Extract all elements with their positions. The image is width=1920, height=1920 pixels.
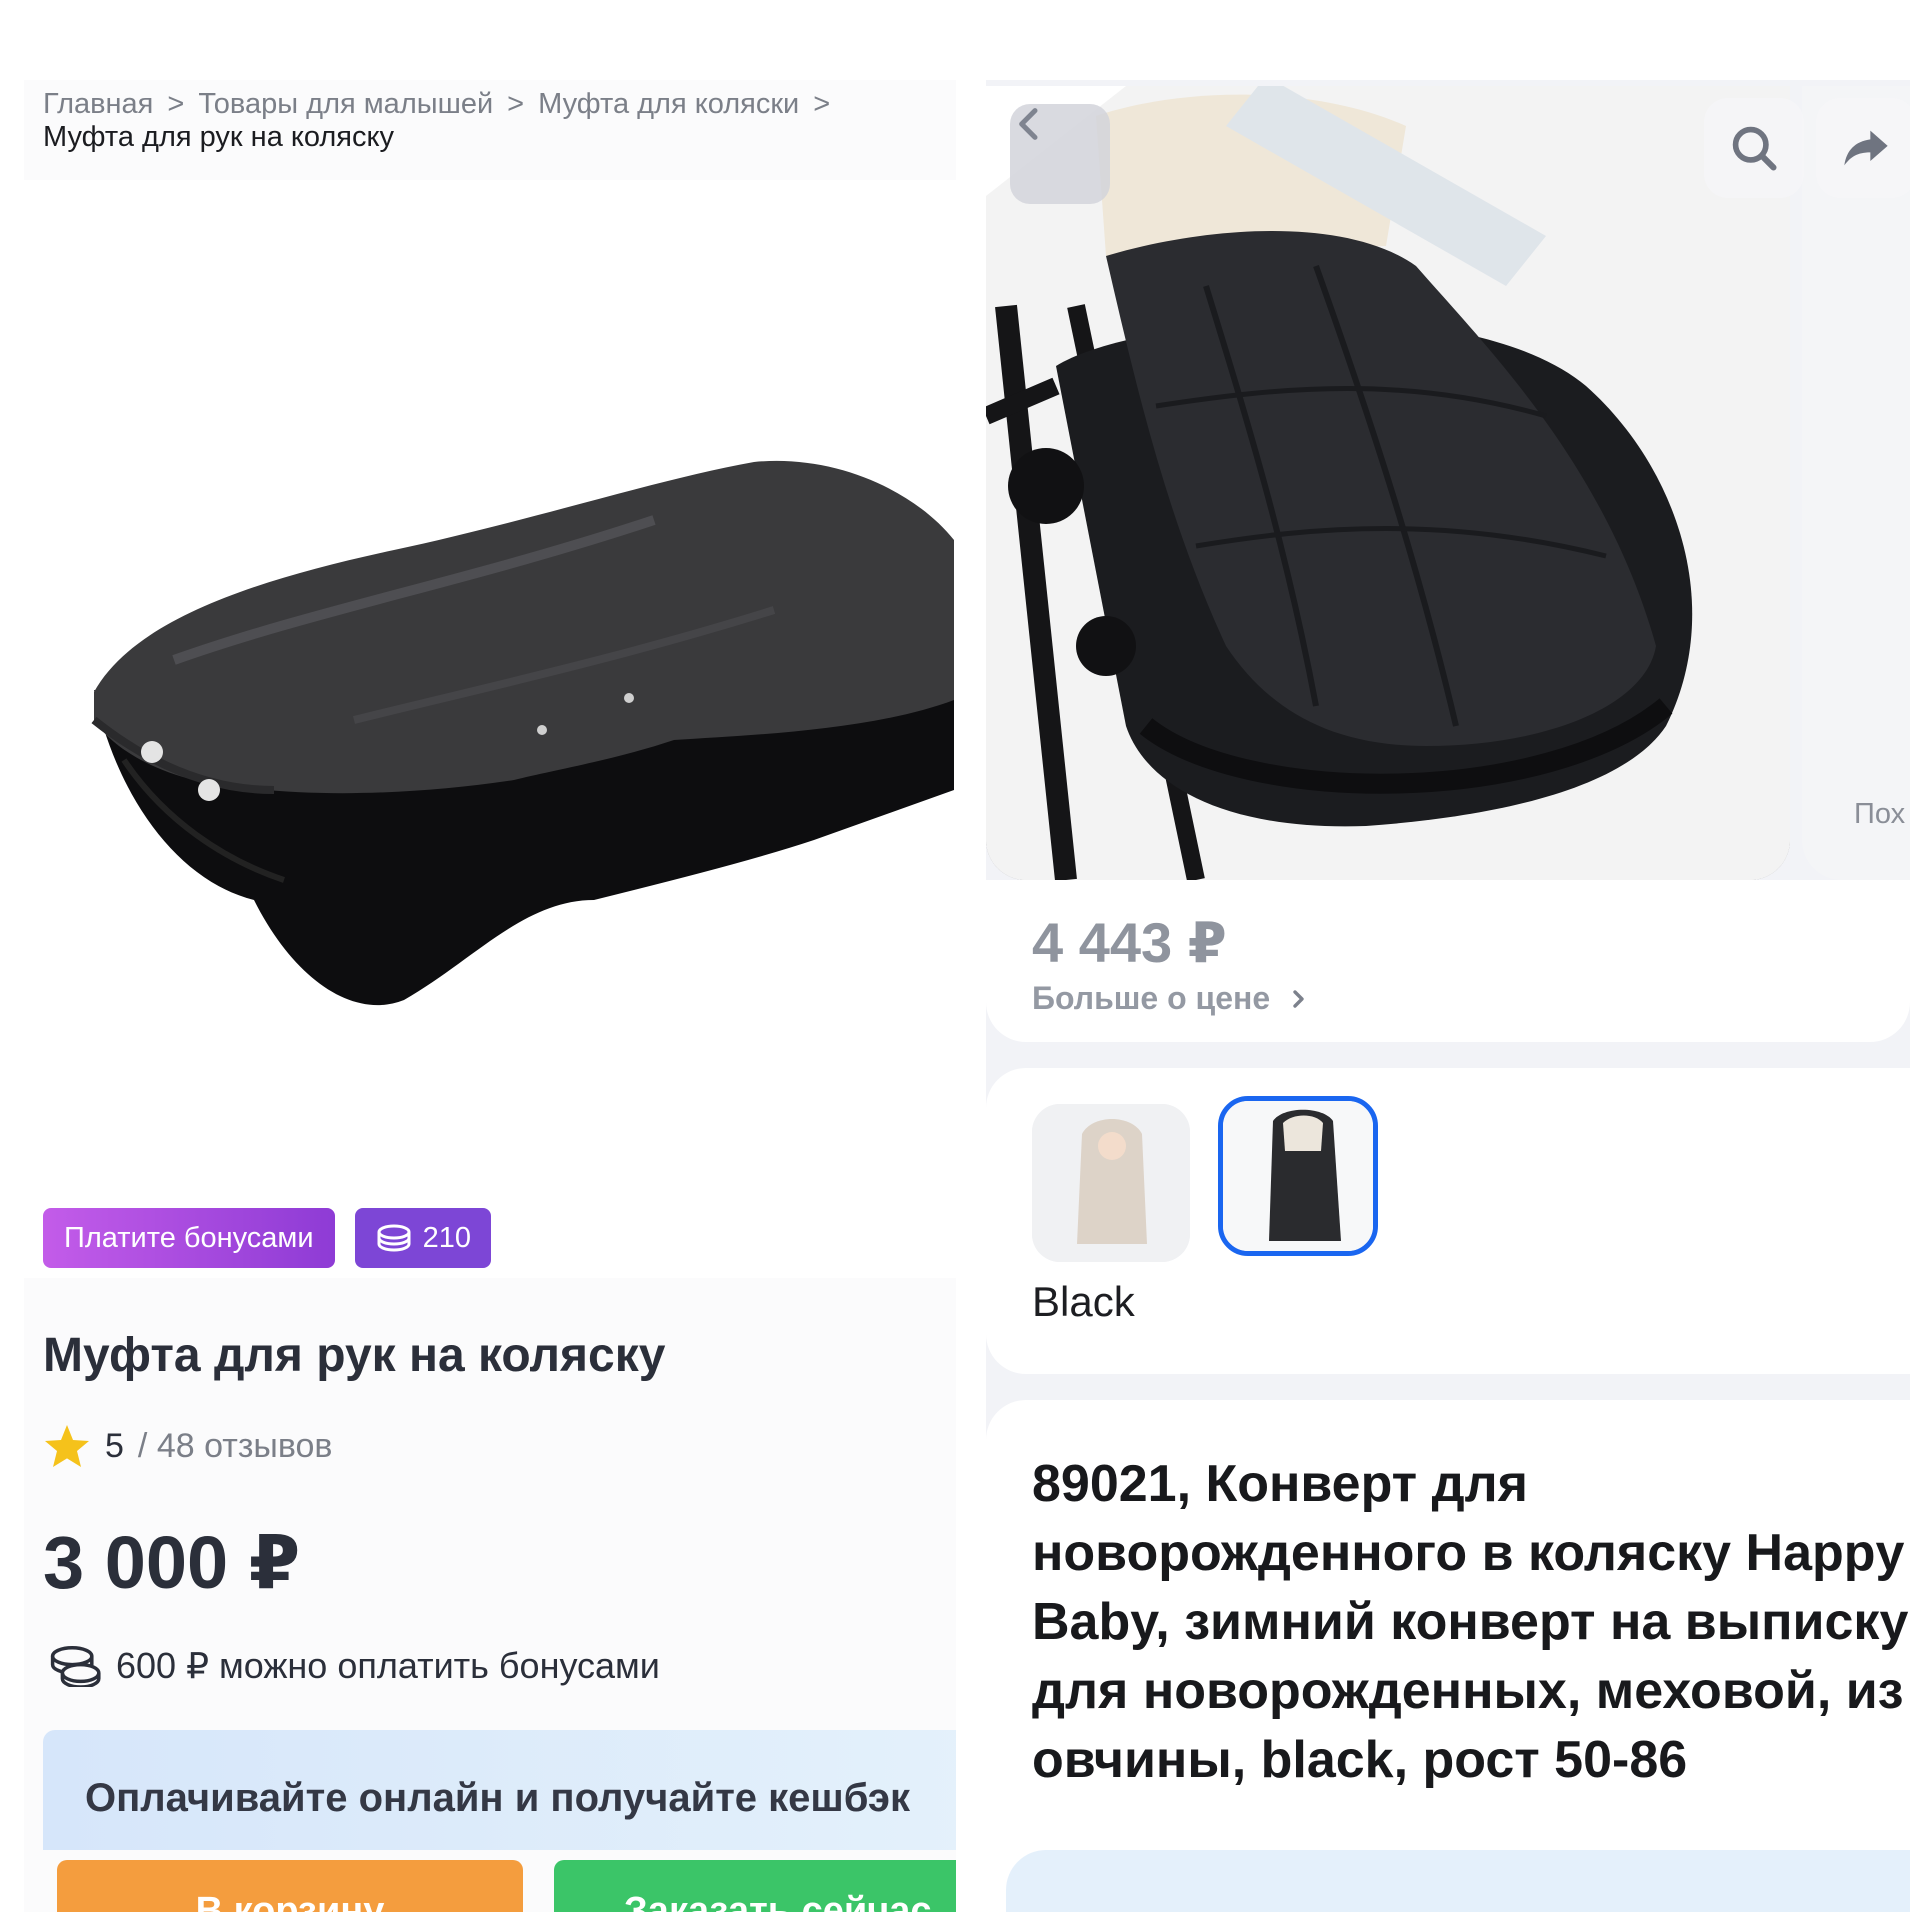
breadcrumb-home[interactable]: Главная bbox=[43, 88, 153, 120]
badges-row: Платите бонусами 210 bbox=[43, 1208, 491, 1268]
star-icon bbox=[45, 1425, 89, 1467]
bonus-payment-text: 600 ₽ можно оплатить бонусами bbox=[116, 1645, 660, 1686]
color-selector: Black bbox=[986, 1068, 1910, 1374]
breadcrumb-current: Муфта для рук на коляску bbox=[43, 121, 395, 153]
coins-icon bbox=[377, 1224, 411, 1252]
breadcrumb-separator: > bbox=[507, 88, 525, 120]
cashback-text: Оплачивайте онлайн и получайте кешбэк bbox=[85, 1776, 911, 1820]
info-banner[interactable] bbox=[1006, 1850, 1910, 1912]
hand-muff-illustration bbox=[91, 460, 954, 1006]
stroller-envelope-illustration bbox=[986, 86, 1790, 880]
price-details-label: Больше о цене bbox=[1032, 980, 1271, 1016]
add-to-cart-button[interactable]: В корзину bbox=[57, 1860, 523, 1912]
share-button[interactable] bbox=[1816, 98, 1910, 198]
left-product-page: Главная > Товары для малышей > Муфта для кол… bbox=[24, 80, 956, 1912]
color-swatch-beige[interactable] bbox=[1032, 1104, 1190, 1262]
bonus-points-value: 210 bbox=[422, 1222, 471, 1254]
rating[interactable]: 5 / 48 отзывов bbox=[43, 1423, 333, 1469]
next-product-preview[interactable]: Пох bbox=[1802, 86, 1910, 880]
order-now-button[interactable]: Заказать сейчас bbox=[554, 1860, 956, 1912]
bonus-payment-info: 600 ₽ можно оплатить бонусами bbox=[48, 1645, 660, 1687]
product-title: Муфта для рук на коляску bbox=[43, 1329, 666, 1382]
rating-score: 5 bbox=[105, 1426, 124, 1465]
search-icon bbox=[1732, 126, 1777, 171]
pay-with-bonuses-badge[interactable]: Платите бонусами bbox=[43, 1208, 335, 1268]
selected-color-label: Black bbox=[1032, 1278, 1135, 1325]
price-details-link[interactable]: Больше о цене bbox=[1032, 980, 1309, 1017]
color-swatch-black[interactable] bbox=[1218, 1096, 1378, 1256]
search-button[interactable] bbox=[1704, 98, 1804, 198]
product-gallery-image[interactable] bbox=[986, 86, 1790, 880]
breadcrumb: Главная > Товары для малышей > Муфта для кол… bbox=[43, 88, 943, 154]
review-count[interactable]: / 48 отзывов bbox=[138, 1427, 333, 1466]
chevron-right-icon bbox=[1293, 990, 1304, 1008]
back-button[interactable] bbox=[1010, 104, 1110, 204]
black-envelope-thumbnail bbox=[1223, 1101, 1373, 1251]
product-image[interactable] bbox=[24, 180, 956, 1278]
breadcrumb-separator: > bbox=[167, 88, 185, 120]
chevron-left-icon bbox=[1019, 108, 1038, 140]
right-product-page: Пох 4 443 ₽ Больше о цене Black 89021, К… bbox=[986, 80, 1910, 1912]
breadcrumb-separator: > bbox=[813, 88, 831, 120]
title-card: 89021, Конверт для новорожденного в коля… bbox=[986, 1400, 1910, 1912]
breadcrumb-baby-goods[interactable]: Товары для малышей bbox=[198, 88, 493, 120]
price-card: 4 443 ₽ Больше о цене bbox=[986, 880, 1910, 1042]
next-product-label: Пох bbox=[1854, 798, 1906, 830]
beige-envelope-thumbnail bbox=[1032, 1104, 1190, 1262]
product-price: 3 000 ₽ bbox=[43, 1521, 301, 1604]
coins-icon bbox=[50, 1646, 101, 1687]
product-title: 89021, Конверт для новорожденного в коля… bbox=[1032, 1455, 1909, 1789]
share-icon bbox=[1844, 130, 1888, 166]
breadcrumb-stroller-muff[interactable]: Муфта для коляски bbox=[538, 88, 799, 120]
product-price: 4 443 ₽ bbox=[1032, 911, 1227, 974]
cashback-banner[interactable]: Оплачивайте онлайн и получайте кешбэк bbox=[43, 1730, 956, 1850]
bonus-points-badge[interactable]: 210 bbox=[354, 1208, 491, 1268]
